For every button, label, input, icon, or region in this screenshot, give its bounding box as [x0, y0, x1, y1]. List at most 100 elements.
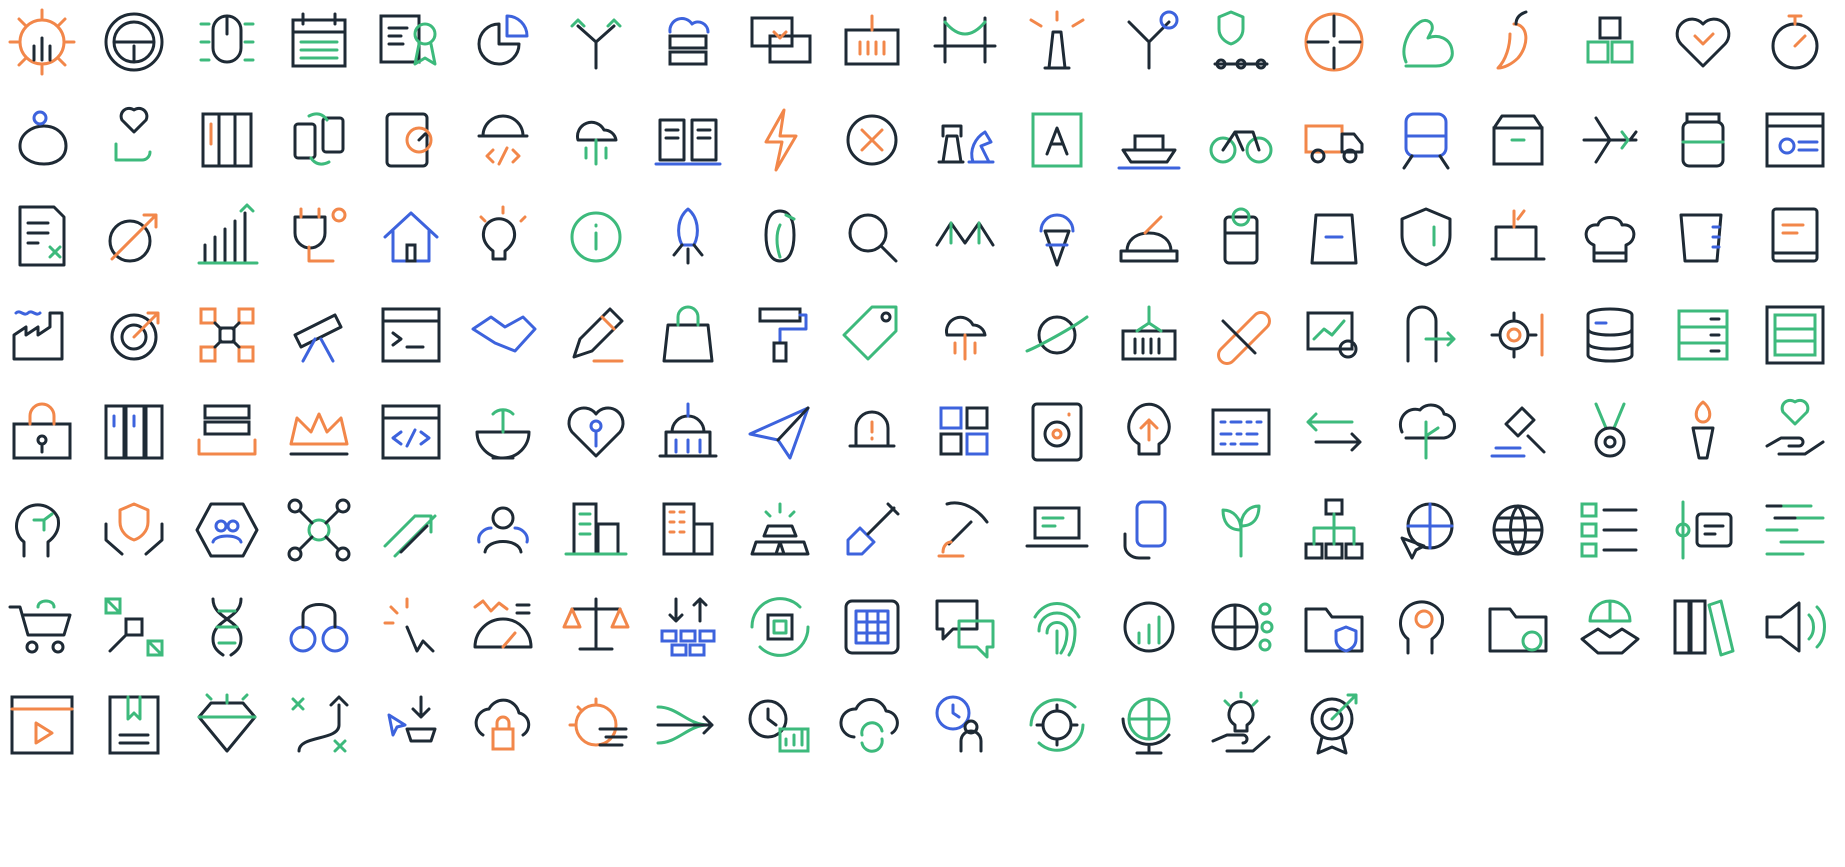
- globe-network-icon-glyph: [1211, 602, 1274, 652]
- mouse-click-icon: [371, 587, 451, 667]
- price-tag-icon: [832, 295, 912, 375]
- brain-bulb-icon-glyph: [1127, 402, 1171, 456]
- letter-a-frame-icon-glyph: [1031, 112, 1083, 168]
- house-icon-glyph: [383, 211, 439, 263]
- timeline-icon-glyph: [1675, 500, 1733, 560]
- sewing-machine-icon-glyph: [1490, 209, 1546, 261]
- shovel-icon: [832, 490, 912, 570]
- path-strategy-icon: [279, 685, 359, 765]
- croissant-icon-glyph: [935, 221, 995, 247]
- shield-icon: [1386, 197, 1466, 277]
- gavel-icon: [1478, 392, 1558, 472]
- torch-icon: [1663, 392, 1743, 472]
- growth-arrows-icon: [371, 490, 451, 570]
- ice-cream-icon: [1017, 197, 1097, 277]
- handcuffs-icon: [279, 587, 359, 667]
- user-group-icon-glyph: [477, 506, 529, 554]
- satellite-icon: [94, 587, 174, 667]
- gantt-bars-icon: [1755, 490, 1835, 570]
- code-dome-icon: [463, 100, 543, 180]
- time-chart-icon: [740, 685, 820, 765]
- shovel-icon-glyph: [846, 502, 900, 556]
- growth-curve-icon: [94, 197, 174, 277]
- folder-gear-icon: [1478, 587, 1558, 667]
- stopwatch-icon-glyph: [1771, 14, 1819, 70]
- bookmark-book-icon: [94, 685, 174, 765]
- idea-plug-icon: [279, 197, 359, 277]
- folder-shield-icon: [1294, 587, 1374, 667]
- diamond-icon: [187, 685, 267, 765]
- merge-arrows-icon-glyph: [656, 705, 714, 745]
- canned-food-icon-glyph: [1223, 207, 1259, 265]
- shipping-container-icon-glyph: [844, 14, 900, 66]
- chili-pepper-icon-glyph: [1496, 10, 1528, 70]
- croissant-icon: [925, 197, 1005, 277]
- idea-hand-icon-glyph: [1211, 691, 1271, 753]
- database-icon-glyph: [1586, 307, 1634, 363]
- bandage-icon-glyph: [1217, 311, 1271, 365]
- cloud-circuit-icon: [925, 295, 1005, 375]
- code-window-icon: [371, 392, 451, 472]
- open-book-icon-glyph: [654, 118, 722, 166]
- close-circle-icon-glyph: [846, 114, 898, 166]
- city-buildings-icon-glyph: [564, 502, 628, 556]
- measuring-cup-icon-glyph: [1679, 213, 1723, 263]
- server-rack-icon-glyph: [201, 112, 253, 168]
- gear-settings-icon: [1478, 295, 1558, 375]
- jar-icon: [1663, 100, 1743, 180]
- fingerprint-icon: [1017, 587, 1097, 667]
- paint-roller-icon-glyph: [758, 307, 808, 363]
- steering-wheel-icon: [94, 2, 174, 82]
- info-icon: [556, 197, 636, 277]
- globe-handshake-icon: [1570, 587, 1650, 667]
- team-network-icon-glyph: [195, 502, 259, 558]
- cloud-circuit-icon-glyph: [945, 315, 987, 361]
- scales-icon-glyph: [562, 597, 630, 651]
- ice-cream-icon-glyph: [1039, 213, 1075, 267]
- computer-mouse-bug-icon: [187, 2, 267, 82]
- checklist-icon-glyph: [1580, 502, 1638, 558]
- letter-a-frame-icon: [1017, 100, 1097, 180]
- shield-icon-glyph: [1400, 207, 1452, 267]
- server-frame-icon: [1755, 295, 1835, 375]
- y-connector-icon: [1109, 2, 1189, 82]
- pickaxe-icon-glyph: [937, 501, 989, 558]
- certificate-award-icon-glyph: [379, 14, 437, 66]
- telescope-icon-glyph: [293, 313, 343, 363]
- jar-icon-glyph: [1681, 112, 1725, 168]
- gear-innovation-icon: [2, 2, 82, 82]
- bicycle-icon-glyph: [1209, 130, 1273, 164]
- book-icon-glyph: [1771, 207, 1819, 263]
- paint-roller-icon: [740, 295, 820, 375]
- planet-icon: [1017, 295, 1097, 375]
- code-window-icon-glyph: [381, 404, 441, 460]
- server-rack-icon: [187, 100, 267, 180]
- hands-shield-icon-glyph: [104, 502, 164, 556]
- plant-icon: [1201, 490, 1281, 570]
- file-cabinets-icon: [94, 392, 174, 472]
- puzzle-blocks-icon-glyph: [939, 406, 989, 456]
- chess-pieces-icon-glyph: [937, 124, 995, 164]
- telescope-icon: [279, 295, 359, 375]
- stack-layers-icon: [187, 392, 267, 472]
- crown-icon: [279, 392, 359, 472]
- lightbulb-icon: [463, 197, 543, 277]
- lighthouse-icon-glyph: [1029, 10, 1085, 70]
- close-circle-icon: [832, 100, 912, 180]
- shield-network-icon-glyph: [1213, 10, 1269, 70]
- crown-icon-glyph: [289, 412, 349, 456]
- server-icon-glyph: [1677, 309, 1729, 361]
- flexed-arm-icon-glyph: [1402, 18, 1454, 68]
- diamond-icon-glyph: [197, 693, 257, 753]
- growth-arrows-icon-glyph: [383, 514, 437, 558]
- paper-plane-icon-glyph: [748, 406, 810, 460]
- flexed-arm-icon: [1386, 2, 1466, 82]
- cloud-sync-icon-glyph: [839, 698, 899, 753]
- fast-gear-icon-glyph: [568, 697, 628, 747]
- smartphone-hand-icon-glyph: [1123, 500, 1167, 560]
- bicycle-icon: [1201, 100, 1281, 180]
- coffee-bag-icon-glyph: [1310, 213, 1358, 265]
- sewing-machine-icon: [1478, 197, 1558, 277]
- gauge-chart-icon-glyph: [473, 599, 533, 649]
- compress-arrows-icon: [1294, 2, 1374, 82]
